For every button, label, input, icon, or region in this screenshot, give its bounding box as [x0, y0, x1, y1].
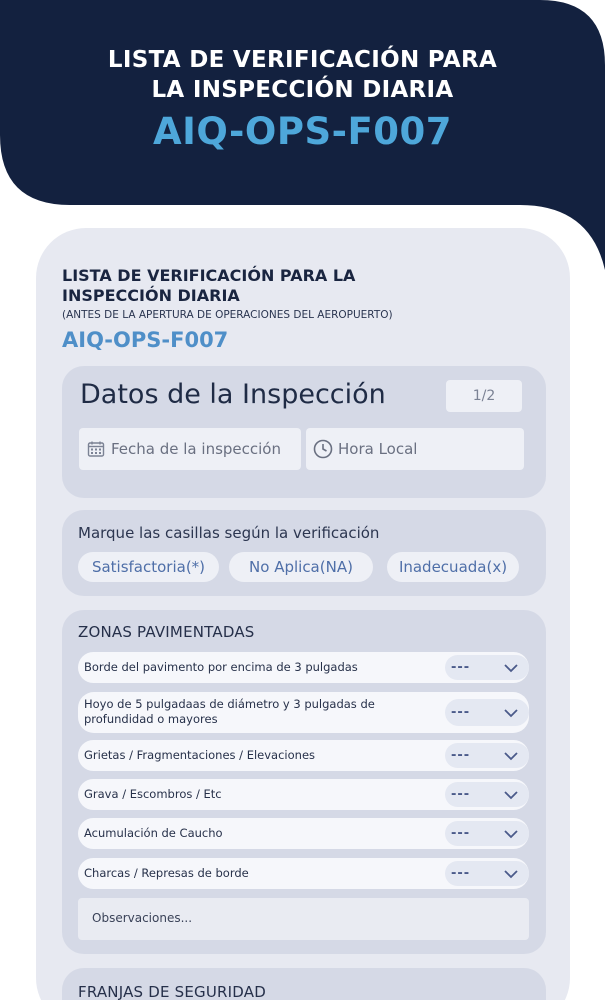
document-title: LISTA DE VERIFICACIÓN PARA LA INSPECCIÓN…: [62, 266, 482, 306]
checklist-item-label: Acumulación de Caucho: [84, 826, 223, 840]
local-time-placeholder: Hora Local: [338, 440, 418, 458]
page: LISTA DE VERIFICACIÓN PARA LA INSPECCIÓN…: [0, 0, 605, 1000]
checklist-item-value: ---: [451, 748, 471, 763]
checklist-item-label: Hoyo de 5 pulgadaas de diámetro y 3 pulg…: [84, 697, 375, 727]
safety-strips-card: FRANJAS DE SEGURIDAD: [62, 968, 546, 1000]
chevron-down-icon: [504, 829, 518, 838]
local-time-field[interactable]: Hora Local: [306, 428, 524, 470]
document-title-line2: INSPECCIÓN DIARIA: [62, 286, 240, 305]
calendar-icon: [85, 438, 107, 460]
legend-not-applicable: No Aplica(NA): [229, 552, 373, 582]
checklist-item-value: ---: [451, 705, 471, 720]
checklist-item-select[interactable]: ---: [445, 743, 529, 768]
checklist-item: Hoyo de 5 pulgadaas de diámetro y 3 pulg…: [78, 692, 529, 733]
checklist-item-select[interactable]: ---: [445, 655, 529, 680]
header-title-line2: LA INSPECCIÓN DIARIA: [151, 77, 454, 103]
observations-placeholder: Observaciones...: [92, 911, 193, 925]
checklist-item-value: ---: [451, 660, 471, 675]
legend-inadequate: Inadecuada(x): [387, 552, 519, 582]
checklist-item: Grietas / Fragmentaciones / Elevaciones …: [78, 740, 529, 771]
chevron-down-icon: [504, 790, 518, 799]
checklist-item-select[interactable]: ---: [445, 861, 529, 886]
checklist-item-select[interactable]: ---: [445, 699, 529, 726]
document-subtitle: (ANTES DE LA APERTURA DE OPERACIONES DEL…: [62, 309, 393, 321]
checklist-item-label-line2: profundidad o mayores: [84, 712, 218, 726]
chevron-down-icon: [504, 663, 518, 672]
inspection-data-title: Datos de la Inspección: [80, 379, 386, 410]
chevron-down-icon: [504, 751, 518, 760]
legend-card: Marque las casillas según la verificació…: [62, 510, 546, 596]
checklist-item-value: ---: [451, 787, 471, 802]
checklist-item-select[interactable]: ---: [445, 821, 529, 846]
checklist-item: Charcas / Represas de borde ---: [78, 858, 529, 889]
document-title-line1: LISTA DE VERIFICACIÓN PARA LA: [62, 266, 356, 285]
checklist-item-label: Grava / Escombros / Etc: [84, 787, 222, 801]
chevron-down-icon: [504, 869, 518, 878]
clock-icon: [312, 438, 334, 460]
paved-zones-title: ZONAS PAVIMENTADAS: [78, 623, 255, 641]
checklist-item: Grava / Escombros / Etc ---: [78, 779, 529, 810]
checklist-item-label: Charcas / Represas de borde: [84, 866, 249, 880]
header-title-block: LISTA DE VERIFICACIÓN PARA LA INSPECCIÓN…: [0, 45, 605, 157]
legend-instruction: Marque las casillas según la verificació…: [78, 524, 380, 542]
checklist-item: Acumulación de Caucho ---: [78, 818, 529, 849]
checklist-item-label: Grietas / Fragmentaciones / Elevaciones: [84, 748, 316, 762]
header-form-code: AIQ-OPS-F007: [153, 110, 452, 153]
document-code: AIQ-OPS-F007: [62, 328, 229, 352]
checklist-item-label-line1: Hoyo de 5 pulgadaas de diámetro y 3 pulg…: [84, 697, 375, 711]
safety-strips-title: FRANJAS DE SEGURIDAD: [78, 983, 266, 1000]
checklist-item-label: Borde del pavimento por encima de 3 pulg…: [84, 660, 358, 674]
checklist-item-select[interactable]: ---: [445, 782, 529, 807]
page-indicator: 1/2: [446, 380, 522, 412]
paved-zones-card: ZONAS PAVIMENTADAS Borde del pavimento p…: [62, 610, 546, 954]
inspection-date-placeholder: Fecha de la inspección: [111, 440, 281, 458]
header-title-line1: LISTA DE VERIFICACIÓN PARA: [107, 47, 498, 73]
checklist-item-value: ---: [451, 866, 471, 881]
inspection-data-card: Datos de la Inspección 1/2 Fecha de la i…: [62, 366, 546, 498]
legend-satisfactory: Satisfactoria(*): [78, 552, 219, 582]
observations-field[interactable]: Observaciones...: [78, 898, 529, 940]
inspection-date-field[interactable]: Fecha de la inspección: [79, 428, 301, 470]
checklist-item-value: ---: [451, 826, 471, 841]
chevron-down-icon: [504, 708, 518, 717]
checklist-item: Borde del pavimento por encima de 3 pulg…: [78, 652, 529, 683]
